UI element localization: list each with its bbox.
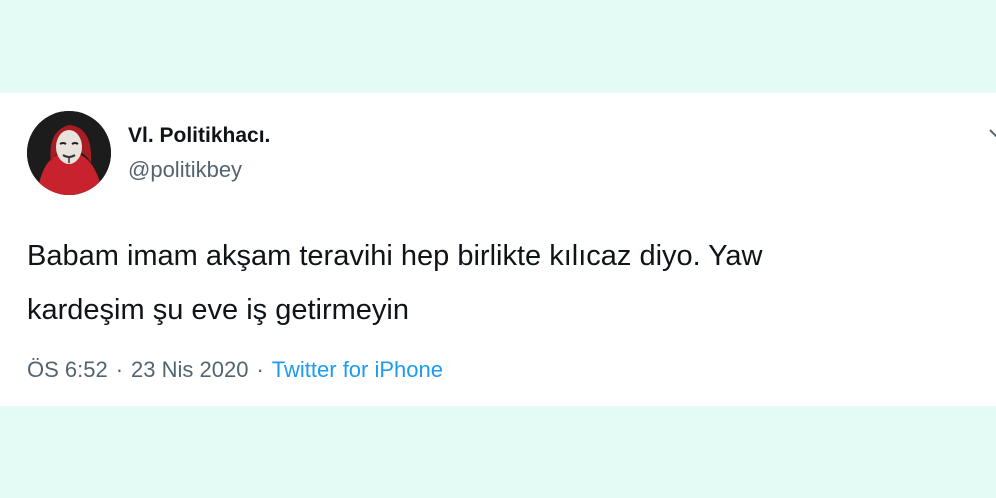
meta-separator: · xyxy=(256,357,264,382)
user-handle[interactable]: @politikbey xyxy=(128,157,242,183)
avatar-image xyxy=(27,111,111,195)
meta-separator: · xyxy=(115,357,124,382)
tweet-source-link[interactable]: Twitter for iPhone xyxy=(272,357,443,382)
display-name[interactable]: Vl. Politikhacı. xyxy=(128,124,270,148)
tweet-text: Babam imam akşam teravihi hep birlikte k… xyxy=(27,240,763,326)
tweet-date[interactable]: 23 Nis 2020 xyxy=(131,357,248,382)
avatar[interactable] xyxy=(27,111,111,195)
tweet-time[interactable]: ÖS 6:52 xyxy=(27,357,108,382)
tweet-card: Vl. Politikhacı. @politikbey Babam imam … xyxy=(0,93,996,406)
tweet-meta: ÖS 6:52 · 23 Nis 2020 · Twitter for iPhone xyxy=(27,357,443,383)
chevron-down-icon[interactable] xyxy=(986,123,996,143)
